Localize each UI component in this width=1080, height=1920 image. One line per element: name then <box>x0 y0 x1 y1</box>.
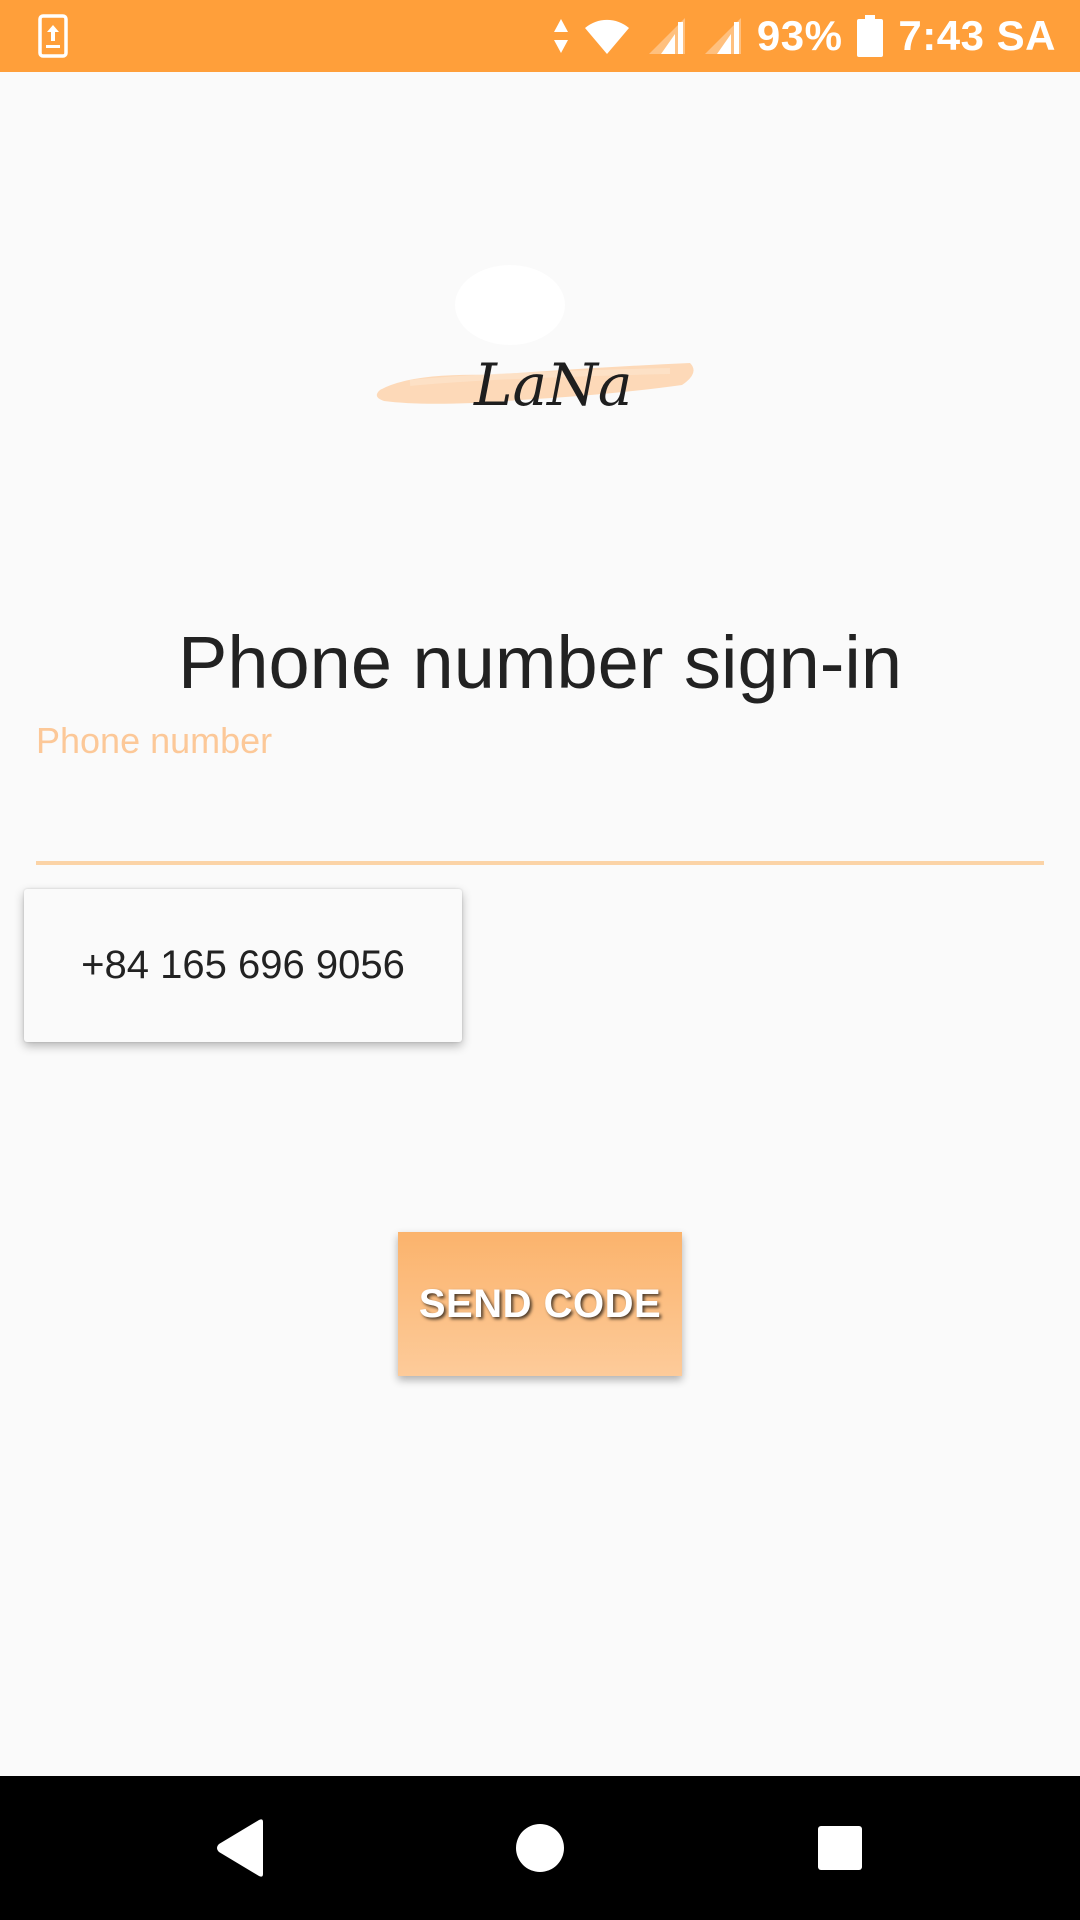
phone-suggestion[interactable]: +84 165 696 9056 <box>24 889 462 1042</box>
recents-icon <box>818 1826 862 1870</box>
home-icon <box>516 1824 564 1872</box>
screen-share-icon <box>38 14 68 58</box>
app-logo: LaNa <box>370 255 710 435</box>
signal-icon <box>704 18 741 54</box>
battery-percent: 93% <box>756 12 843 59</box>
phone-number-input[interactable] <box>36 775 1044 865</box>
recents-button[interactable] <box>760 1776 920 1920</box>
battery-icon <box>857 15 884 57</box>
data-arrows-icon <box>553 19 568 53</box>
page-title: Phone number sign-in <box>178 621 902 704</box>
clock: 7:43 SA <box>898 12 1056 59</box>
signal-icon <box>648 18 685 54</box>
navigation-bar <box>0 1776 1080 1920</box>
wifi-icon <box>584 19 629 54</box>
status-bar: 93% 7:43 SA <box>0 0 1080 72</box>
phone-number-label: Phone number <box>36 720 273 761</box>
send-code-button[interactable]: SEND CODE <box>398 1232 682 1376</box>
home-button[interactable] <box>460 1776 620 1920</box>
logo-text: LaNa <box>473 351 632 419</box>
back-icon <box>217 1819 263 1877</box>
back-button[interactable] <box>160 1776 320 1920</box>
